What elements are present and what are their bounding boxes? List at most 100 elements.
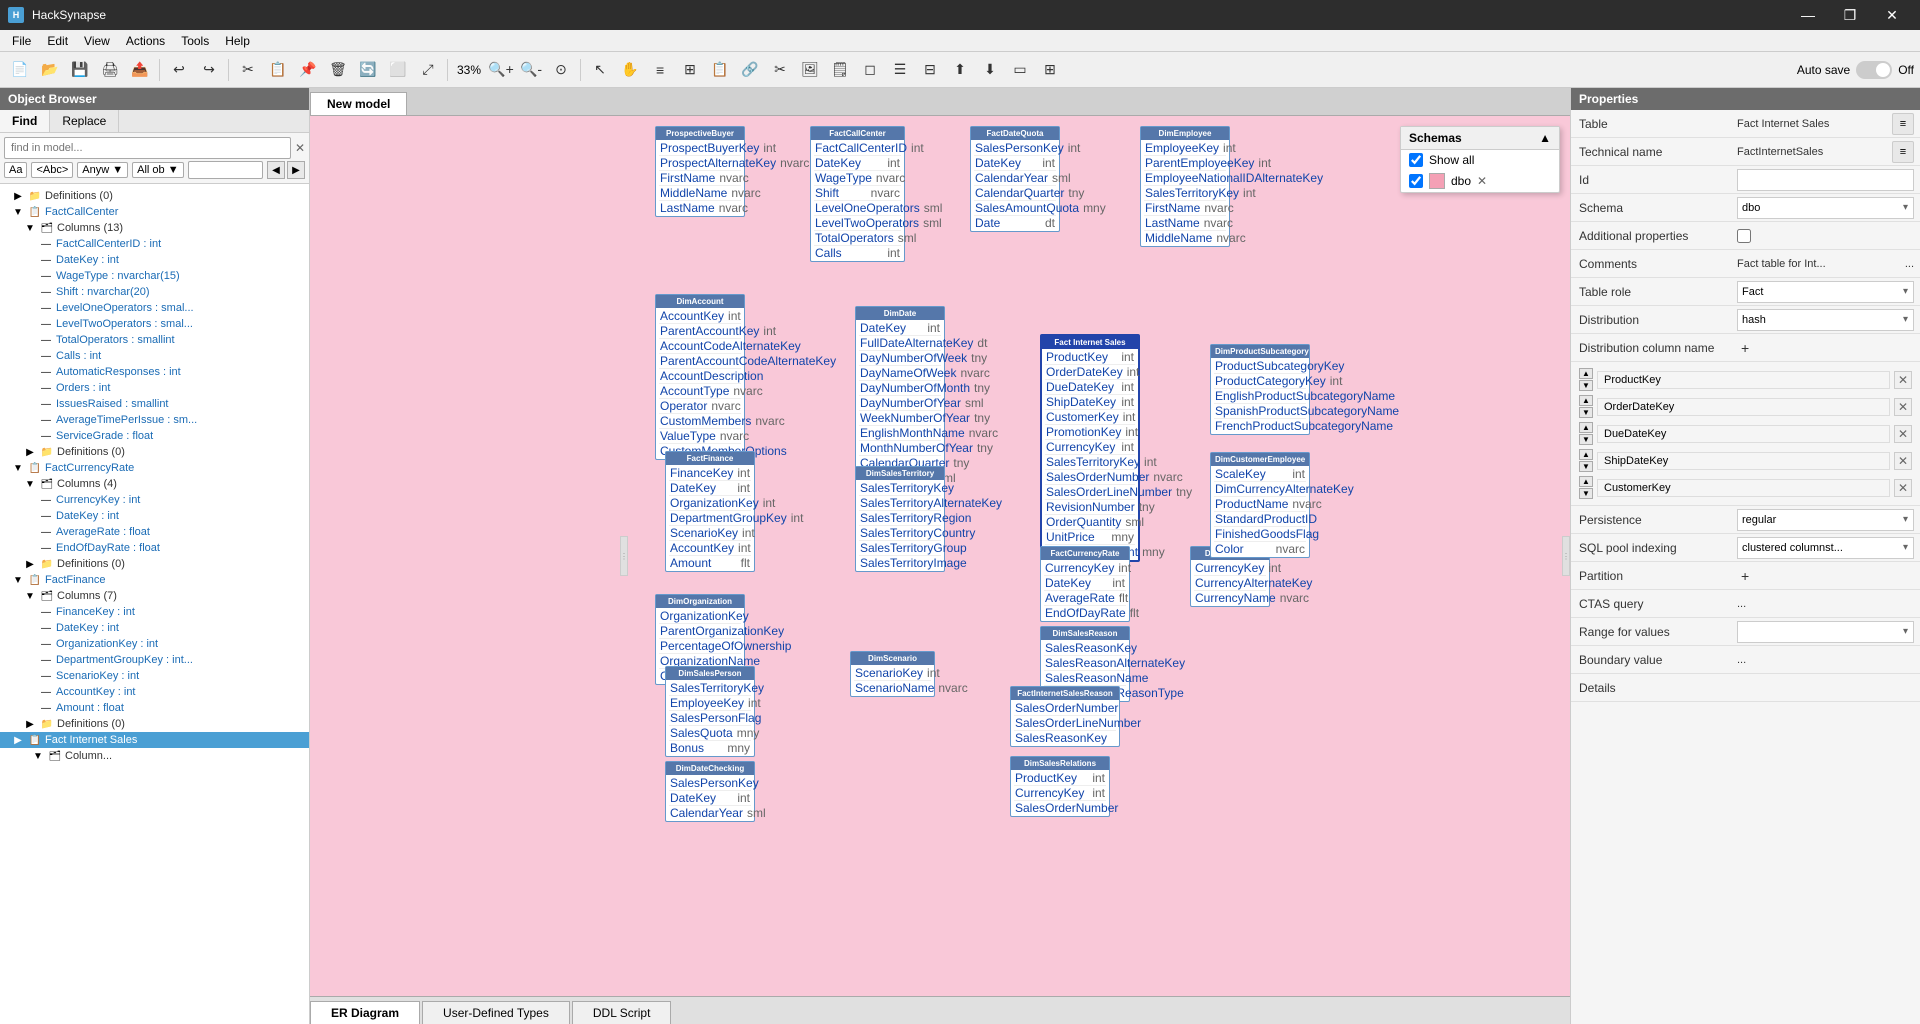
paste-button[interactable]: 📌: [294, 56, 322, 84]
list2-tool[interactable]: ⊟: [916, 56, 944, 84]
prop-id-input[interactable]: [1737, 169, 1914, 191]
prop-comments-ellipsis[interactable]: ...: [1905, 258, 1914, 270]
tree-item-defs-cc[interactable]: ▶ 📁 Definitions (0): [0, 444, 309, 460]
prop-boundary-ellipsis[interactable]: ...: [1737, 654, 1746, 666]
tree-item-defs-cr[interactable]: ▶ 📁 Definitions (0): [0, 556, 309, 572]
dist-key-up-5[interactable]: ▲: [1579, 476, 1593, 487]
schema-collapse-button[interactable]: ▲: [1539, 131, 1551, 145]
refresh-button[interactable]: 🔄: [354, 56, 382, 84]
prop-schema-select[interactable]: dbo: [1737, 197, 1914, 219]
canvas-tab-newmodel[interactable]: New model: [310, 92, 407, 115]
view-tool[interactable]: 📋: [706, 56, 734, 84]
grid-button[interactable]: ⊞: [1036, 56, 1064, 84]
align-tool[interactable]: ≡: [646, 56, 674, 84]
group-tool[interactable]: ◻: [856, 56, 884, 84]
schema-showall-checkbox[interactable]: [1409, 153, 1423, 167]
bottom-tab-userdefined[interactable]: User-Defined Types: [422, 1001, 570, 1024]
autosave-toggle[interactable]: [1856, 61, 1892, 79]
print-button[interactable]: 🖨: [96, 56, 124, 84]
open-button[interactable]: 📂: [36, 56, 64, 84]
tree-item-col-orgkey[interactable]: — OrganizationKey : int: [0, 636, 309, 652]
link-tool[interactable]: 🔗: [736, 56, 764, 84]
list-tool[interactable]: ☰: [886, 56, 914, 84]
search-opt-abc[interactable]: <Abc>: [31, 162, 73, 178]
tree-item-factinternetsales[interactable]: ▶ 📋 Fact Internet Sales: [0, 732, 309, 748]
tree-item-factcallcenter[interactable]: ▼ 📋 FactCallCenter: [0, 204, 309, 220]
tab-find[interactable]: Find: [0, 110, 50, 132]
tree-item-col-datekey1[interactable]: — DateKey : int: [0, 252, 309, 268]
dist-key-up-1[interactable]: ▲: [1579, 368, 1593, 379]
er-table-factdatequota[interactable]: FactDateQuota SalesPersonKeyint DateKeyi…: [970, 126, 1060, 232]
dist-key-down-1[interactable]: ▼: [1579, 380, 1593, 391]
dist-key-remove-orderdatekey[interactable]: ✕: [1894, 398, 1912, 416]
dist-key-up-4[interactable]: ▲: [1579, 449, 1593, 460]
search-clear-icon[interactable]: ✕: [295, 141, 305, 155]
er-table-dimdate[interactable]: DimDate DateKeyint FullDateAlternateKeyd…: [855, 306, 945, 487]
note-tool[interactable]: 🗒: [826, 56, 854, 84]
prop-table-role-select[interactable]: Fact Dimension Stage: [1737, 281, 1914, 303]
delete-button[interactable]: 🗑: [324, 56, 352, 84]
search-opt-case[interactable]: Aa: [4, 162, 27, 178]
tree-item-col-datekey2[interactable]: — DateKey : int: [0, 508, 309, 524]
prop-distribution-select[interactable]: hash round_robin replicate: [1737, 309, 1914, 331]
tree-item-col-totalop[interactable]: — TotalOperators : smallint: [0, 332, 309, 348]
select-tool[interactable]: ↖: [586, 56, 614, 84]
dist-key-remove-duedatekey[interactable]: ✕: [1894, 425, 1912, 443]
tree-item-col-leveltwo[interactable]: — LevelTwoOperators : smal...: [0, 316, 309, 332]
image-tool[interactable]: 🖼: [796, 56, 824, 84]
copy-button[interactable]: 📋: [264, 56, 292, 84]
tree-item-col-avgtime[interactable]: — AverageTimePerIssue : sm...: [0, 412, 309, 428]
prop-sqlpool-select[interactable]: clustered columnst... heap clustered ind…: [1737, 537, 1914, 559]
dist-key-up-3[interactable]: ▲: [1579, 422, 1593, 433]
er-table-dimaccount[interactable]: DimAccount AccountKeyint ParentAccountKe…: [655, 294, 745, 460]
er-table-dimcurrencyrate[interactable]: FactCurrencyRate CurrencyKeyint DateKeyi…: [1040, 546, 1130, 622]
prop-technical-name-icon-btn[interactable]: ≡: [1892, 141, 1914, 163]
menu-view[interactable]: View: [76, 32, 118, 50]
prop-table-icon-btn[interactable]: ≡: [1892, 113, 1914, 135]
search-next-button[interactable]: ▶: [287, 161, 305, 179]
er-diagram-canvas[interactable]: Schemas ▲ Show all dbo ✕ ProspectiveBuye…: [310, 116, 1570, 996]
dist-key-down-4[interactable]: ▼: [1579, 461, 1593, 472]
tree-item-col-orders[interactable]: — Orders : int: [0, 380, 309, 396]
er-table-factinternetsalesreason[interactable]: FactInternetSalesReason SalesOrderNumber…: [1010, 686, 1120, 747]
minimize-button[interactable]: —: [1788, 0, 1828, 30]
menu-file[interactable]: File: [4, 32, 39, 50]
tree-item-col-issues[interactable]: — IssuesRaised : smallint: [0, 396, 309, 412]
dist-key-remove-customerkey[interactable]: ✕: [1894, 479, 1912, 497]
tree-item-col-eodrate[interactable]: — EndOfDayRate : float: [0, 540, 309, 556]
bottom-tab-ddl[interactable]: DDL Script: [572, 1001, 672, 1024]
bottom-tab-erdiagram[interactable]: ER Diagram: [310, 1001, 420, 1024]
menu-edit[interactable]: Edit: [39, 32, 76, 50]
search-opt-allob[interactable]: All ob ▼: [132, 162, 183, 178]
er-table-dimscenario[interactable]: DimScenario ScenarioKeyint ScenarioNamen…: [850, 651, 935, 697]
tree-item-definitions0[interactable]: ▶ 📁 Definitions (0): [0, 188, 309, 204]
schema-dbo-checkbox[interactable]: [1409, 174, 1423, 188]
er-table-dimsalesrelations[interactable]: DimSalesRelations ProductKeyint Currency…: [1010, 756, 1110, 817]
tree-item-col-financekey[interactable]: — FinanceKey : int: [0, 604, 309, 620]
search-extra-input[interactable]: [188, 161, 263, 179]
tree-item-columns4[interactable]: ▼ 🗂 Columns (4): [0, 476, 309, 492]
schema-dbo-close[interactable]: ✕: [1477, 174, 1487, 188]
zoom-out-button[interactable]: 🔍-: [517, 56, 545, 84]
tree-item-columns13[interactable]: ▼ 🗂 Columns (13): [0, 220, 309, 236]
search-input[interactable]: [4, 137, 291, 159]
fit-button[interactable]: ⤢: [414, 56, 442, 84]
tree-item-col-deptgroupkey[interactable]: — DepartmentGroupKey : int...: [0, 652, 309, 668]
pan-tool[interactable]: ✋: [616, 56, 644, 84]
cut2-tool[interactable]: ✂: [766, 56, 794, 84]
tree-item-col-shift[interactable]: — Shift : nvarchar(20): [0, 284, 309, 300]
cut-button[interactable]: ✂: [234, 56, 262, 84]
er-table-factinternetsales[interactable]: Fact Internet Sales ProductKeyint OrderD…: [1040, 334, 1140, 562]
menu-tools[interactable]: Tools: [173, 32, 217, 50]
er-table-factfinance-canvas[interactable]: FactFinance FinanceKeyint DateKeyint Org…: [665, 451, 755, 572]
menu-help[interactable]: Help: [217, 32, 258, 50]
close-button[interactable]: ✕: [1872, 0, 1912, 30]
er-table-dimsalesterritory[interactable]: DimSalesTerritory SalesTerritoryKey Sale…: [855, 466, 945, 572]
er-table-dimcustomeremployee[interactable]: DimCustomerEmployee ScaleKeyint DimCurre…: [1210, 452, 1310, 558]
tree-item-columns7[interactable]: ▼ 🗂 Columns (7): [0, 588, 309, 604]
dist-key-down-5[interactable]: ▼: [1579, 488, 1593, 499]
tree-item-col-calls[interactable]: — Calls : int: [0, 348, 309, 364]
dist-key-remove-productkey[interactable]: ✕: [1894, 371, 1912, 389]
frame-button[interactable]: ⬜: [384, 56, 412, 84]
dist-key-down-2[interactable]: ▼: [1579, 407, 1593, 418]
